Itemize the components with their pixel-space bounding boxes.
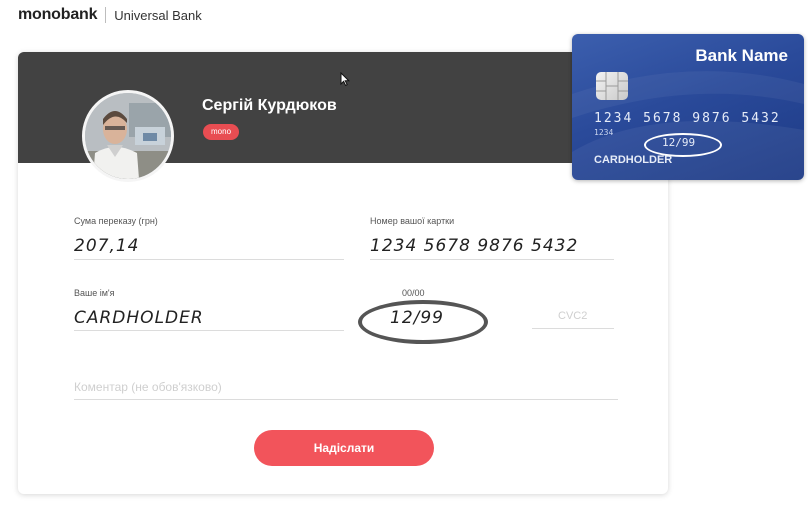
recipient-name: Сергій Курдюков [202, 97, 337, 114]
expiry-highlight-ring [358, 300, 488, 344]
expiry-label: 00/00 [402, 288, 425, 298]
cvc-input[interactable]: CVC2 [558, 310, 587, 322]
card-number-display: 1234 5678 9876 5432 [594, 111, 781, 126]
mouse-cursor-icon [340, 71, 351, 91]
brand-header: monobank Universal Bank [18, 6, 202, 24]
brand-subtitle: Universal Bank [114, 7, 202, 23]
avatar-photo [85, 93, 171, 179]
comment-underline [74, 399, 618, 400]
cvc-underline [532, 328, 614, 329]
name-underline [74, 330, 344, 331]
card-number-label: Номер вашої картки [370, 216, 455, 226]
name-label: Ваше ім'я [74, 288, 115, 298]
comment-input[interactable]: Коментар (не обов'язково) [74, 380, 222, 394]
brand-divider [105, 7, 107, 23]
brand-logo: monobank [18, 6, 98, 23]
card-number-input[interactable]: 1234 5678 9876 5432 [370, 236, 578, 256]
amount-input[interactable]: 207,14 [74, 236, 139, 256]
bank-card-illustration: Bank Name 1234 5678 9876 5432 1234 12/99… [572, 34, 804, 180]
payment-form-panel: Сергій Курдюков mono Сума переказу (грн)… [18, 52, 668, 494]
chip-icon [596, 72, 628, 100]
card-holder-display: CARDHOLDER [594, 154, 673, 166]
recipient-badge: mono [203, 124, 240, 140]
amount-label: Сума переказу (грн) [74, 216, 158, 226]
bank-name: Bank Name [695, 46, 788, 65]
amount-underline [74, 259, 344, 260]
submit-button[interactable]: Надіслати [254, 430, 434, 466]
avatar [82, 90, 174, 182]
card-small-number: 1234 [594, 128, 614, 137]
card-number-underline [370, 259, 614, 260]
name-input[interactable]: CARDHOLDER [74, 308, 204, 328]
